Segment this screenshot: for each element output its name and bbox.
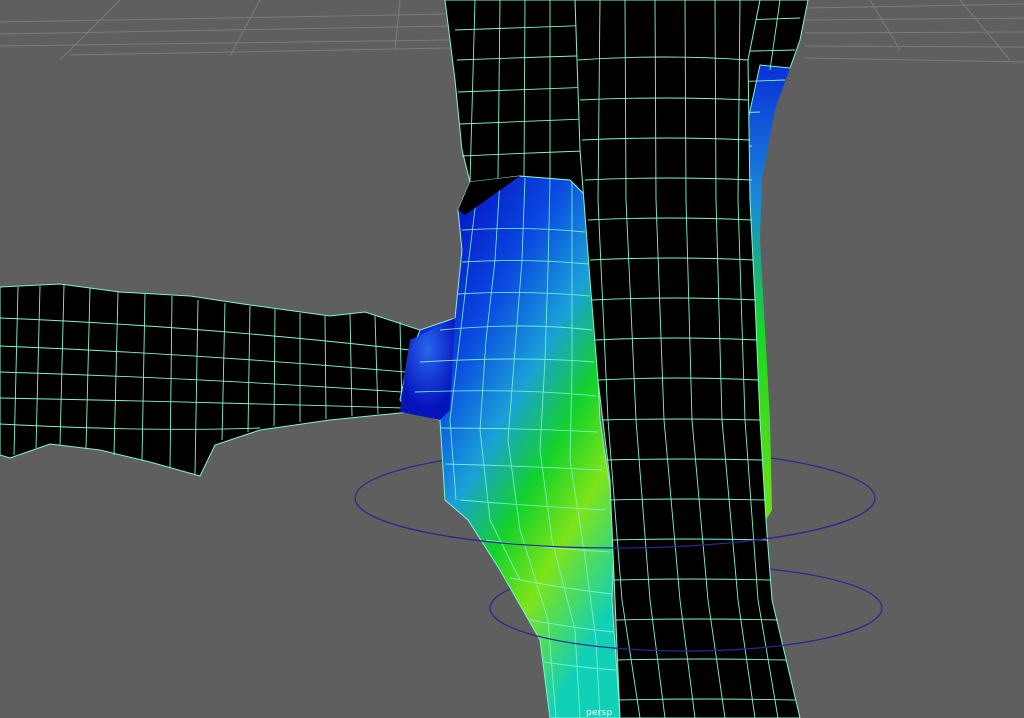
viewport-scene[interactable] — [0, 0, 1024, 718]
torso-weight-region[interactable] — [399, 175, 621, 718]
camera-label: persp — [586, 708, 613, 718]
maya-perspective-viewport[interactable]: persp — [0, 0, 1024, 718]
arm-mesh[interactable] — [0, 283, 431, 477]
